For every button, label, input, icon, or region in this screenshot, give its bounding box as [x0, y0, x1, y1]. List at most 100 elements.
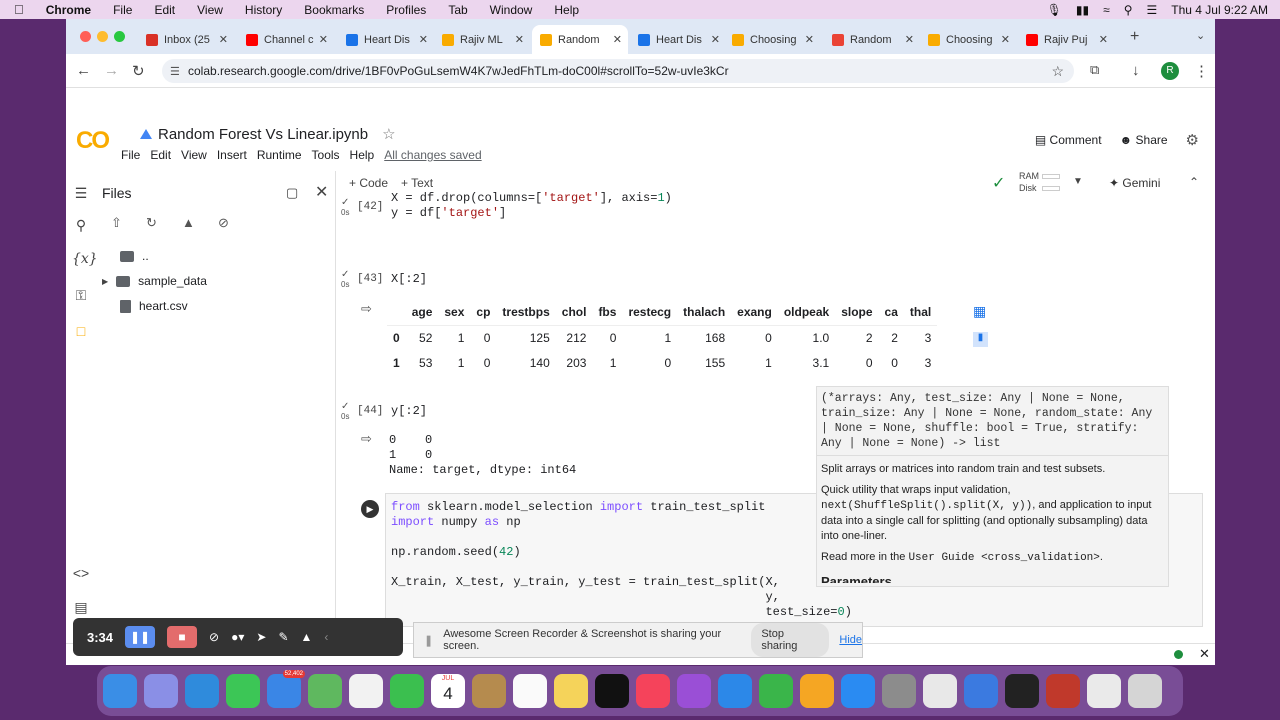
finder-icon[interactable]: [103, 674, 137, 708]
star-icon[interactable]: ☆: [382, 125, 395, 143]
new-tab-icon[interactable]: +: [1130, 28, 1139, 46]
contacts-icon[interactable]: [472, 674, 506, 708]
nb-menu-edit[interactable]: Edit: [150, 148, 171, 162]
terminal-icon[interactable]: ▤: [72, 599, 90, 616]
tab-3[interactable]: Rajiv ML ✕: [434, 25, 530, 54]
tab-close-icon[interactable]: ✕: [613, 33, 622, 46]
back-icon[interactable]: ←: [76, 62, 91, 79]
podcasts-icon[interactable]: [677, 674, 711, 708]
forward-icon[interactable]: →: [104, 62, 119, 79]
battery-icon[interactable]: ▮▮: [1076, 3, 1089, 17]
app-name[interactable]: Chrome: [46, 3, 91, 17]
tab-close-icon[interactable]: ✕: [219, 33, 228, 46]
menu-tab[interactable]: Tab: [448, 3, 467, 17]
site-info-icon[interactable]: ☰: [170, 65, 180, 78]
key-icon[interactable]: ⚿: [72, 287, 90, 304]
tab-close-icon[interactable]: ✕: [1099, 33, 1108, 46]
tab-6[interactable]: Choosing ✕: [724, 25, 820, 54]
close-icon[interactable]: ✕: [1199, 646, 1210, 662]
pointer-icon[interactable]: ➤: [256, 630, 266, 644]
open-in-tab-icon[interactable]: ▢: [286, 185, 298, 201]
tab-2[interactable]: Heart Dis ✕: [338, 25, 434, 54]
reminders-icon[interactable]: [513, 674, 547, 708]
download-icon[interactable]: ↓: [1132, 62, 1140, 79]
disk-label[interactable]: Disk: [1019, 183, 1037, 193]
cell-code[interactable]: y[:2]: [391, 404, 427, 419]
apple-icon[interactable]: : [14, 2, 24, 17]
apple-tv-icon[interactable]: [595, 674, 629, 708]
documents-folder-icon[interactable]: [1087, 674, 1121, 708]
output-actions-icon[interactable]: ⇨: [361, 431, 372, 447]
notes-icon[interactable]: [554, 674, 588, 708]
nb-menu-file[interactable]: File: [121, 148, 140, 162]
bookmark-star-icon[interactable]: ☆: [1051, 63, 1064, 80]
tab-9[interactable]: Rajiv Puj ✕: [1018, 25, 1114, 54]
menu-file[interactable]: File: [113, 3, 132, 17]
minimize-window-button[interactable]: [97, 31, 108, 42]
menu-edit[interactable]: Edit: [154, 3, 175, 17]
tab-1[interactable]: Channel c ✕: [238, 25, 334, 54]
zoom-window-button[interactable]: [114, 31, 125, 42]
collapse-arrow-icon[interactable]: ‹: [324, 630, 328, 644]
close-window-button[interactable]: [80, 31, 91, 42]
chart-suggest-icon[interactable]: ▮: [973, 332, 988, 347]
tab-close-icon[interactable]: ✕: [419, 33, 428, 46]
terminal-icon[interactable]: [1005, 674, 1039, 708]
chrome-icon[interactable]: [923, 674, 957, 708]
nb-menu-help[interactable]: Help: [350, 148, 375, 162]
refresh-icon[interactable]: ↻: [146, 215, 157, 231]
tab-close-icon[interactable]: ✕: [711, 33, 720, 46]
url-field[interactable]: ☰ colab.research.google.com/drive/1BF0vP…: [162, 59, 1074, 83]
code-cell-43[interactable]: ✓ 0s [43] X[:2] ⇨ age sex cp trestbps chol fb…: [337, 269, 1215, 379]
menu-profiles[interactable]: Profiles: [386, 3, 426, 17]
pages-icon[interactable]: [800, 674, 834, 708]
menu-history[interactable]: History: [245, 3, 282, 17]
tab-search-icon[interactable]: ⌄: [1196, 29, 1205, 42]
gemini-button[interactable]: ✦ Gemini: [1109, 176, 1160, 190]
recorder-app-icon[interactable]: [1046, 674, 1080, 708]
tab-close-icon[interactable]: ✕: [319, 33, 328, 46]
file-item-parent[interactable]: ..: [120, 249, 149, 263]
folder-icon[interactable]: □: [72, 323, 90, 339]
collapse-icon[interactable]: ⌃: [1189, 175, 1199, 189]
drag-handle-icon[interactable]: ❚: [424, 634, 433, 647]
trash-icon[interactable]: [1128, 674, 1162, 708]
camera-off-icon[interactable]: ⊘: [209, 630, 219, 644]
control-center-icon[interactable]: ☰: [1147, 3, 1158, 17]
file-item-sample-data[interactable]: ▶ sample_data: [102, 274, 207, 288]
comment-button[interactable]: ▤ Comment: [1035, 133, 1102, 147]
tab-8[interactable]: Choosing ✕: [920, 25, 1016, 54]
share-button[interactable]: ☻ Share: [1120, 133, 1168, 147]
eraser-icon[interactable]: ▲: [301, 630, 313, 644]
tab-close-icon[interactable]: ✕: [515, 33, 524, 46]
tab-7[interactable]: Random ✕: [824, 25, 920, 54]
cell-code[interactable]: X[:2]: [391, 272, 427, 287]
run-cell-button[interactable]: ▶: [361, 500, 379, 518]
app-store-icon[interactable]: [841, 674, 875, 708]
nb-menu-runtime[interactable]: Runtime: [257, 148, 302, 162]
extensions-icon[interactable]: ⧉: [1090, 62, 1099, 78]
nb-menu-view[interactable]: View: [181, 148, 207, 162]
close-icon[interactable]: ✕: [315, 182, 328, 202]
tab-close-icon[interactable]: ✕: [805, 33, 814, 46]
output-actions-icon[interactable]: ⇨: [361, 301, 372, 317]
code-snippets-icon[interactable]: <>: [72, 565, 90, 581]
menu-bookmarks[interactable]: Bookmarks: [304, 3, 364, 17]
colab-logo[interactable]: CO: [76, 127, 110, 155]
tab-0[interactable]: Inbox (25 ✕: [138, 25, 234, 54]
chrome-menu-icon[interactable]: ⋮: [1194, 62, 1209, 80]
tab-5[interactable]: Heart Dis ✕: [630, 25, 726, 54]
notebook-title[interactable]: Random Forest Vs Linear.ipynb: [158, 126, 368, 143]
table-view-icon[interactable]: ▦: [973, 303, 986, 320]
stop-sharing-button[interactable]: Stop sharing: [751, 623, 830, 657]
menu-window[interactable]: Window: [490, 3, 533, 17]
bluetooth-icon[interactable]: [964, 674, 998, 708]
settings-gear-icon[interactable]: ⚙: [1186, 131, 1199, 149]
expand-arrow-icon[interactable]: ▶: [102, 277, 108, 286]
search-icon[interactable]: ⚲: [72, 217, 90, 234]
system-settings-icon[interactable]: [882, 674, 916, 708]
numbers-icon[interactable]: [759, 674, 793, 708]
menu-view[interactable]: View: [197, 3, 223, 17]
runtime-dropdown-icon[interactable]: ▼: [1073, 176, 1083, 187]
facetime-icon[interactable]: [390, 674, 424, 708]
